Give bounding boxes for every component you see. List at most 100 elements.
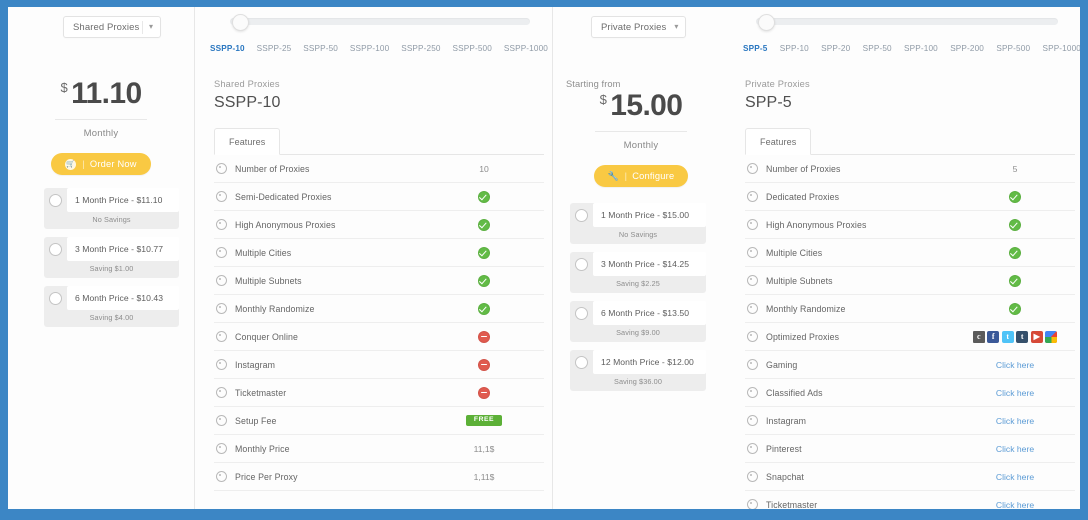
private-price-amount: $ 15.00 bbox=[552, 91, 730, 121]
plan-tick-spp-500[interactable]: SPP-500 bbox=[996, 44, 1030, 53]
tab-features-private[interactable]: Features bbox=[745, 128, 812, 155]
shared-price-value: 11.10 bbox=[71, 77, 142, 110]
term-radio-button[interactable] bbox=[575, 257, 588, 271]
feature-value: FREE bbox=[424, 414, 544, 427]
starting-from-label: Starting from bbox=[566, 79, 621, 89]
bullet-icon bbox=[216, 359, 227, 370]
currency-symbol: $ bbox=[60, 80, 68, 95]
term-option[interactable]: 1 Month Price - $11.10 No Savings bbox=[44, 188, 179, 229]
price-divider bbox=[55, 119, 147, 120]
feature-row: Price Per Proxy 1,11$ bbox=[214, 463, 544, 491]
feature-value[interactable]: Click here bbox=[955, 444, 1075, 454]
feature-name: Gaming bbox=[766, 359, 798, 370]
plan-tick-sspp-500[interactable]: SSPP-500 bbox=[453, 44, 492, 53]
term-option[interactable]: 3 Month Price - $14.25 Saving $2.25 bbox=[570, 252, 706, 293]
slider-track[interactable] bbox=[230, 14, 530, 31]
feature-name: Number of Proxies bbox=[766, 163, 841, 174]
feature-name: Multiple Subnets bbox=[235, 275, 302, 286]
bullet-icon bbox=[747, 471, 758, 482]
plan-tick-sspp-25[interactable]: SSPP-25 bbox=[257, 44, 292, 53]
feature-name: Pinterest bbox=[766, 443, 802, 454]
feature-row: Instagram Click here bbox=[745, 407, 1075, 435]
plan-tick-spp-10[interactable]: SPP-10 bbox=[780, 44, 809, 53]
plan-tick-sspp-250[interactable]: SSPP-250 bbox=[401, 44, 440, 53]
shared-proxies-dropdown[interactable]: Shared Proxies ▾ bbox=[63, 16, 161, 38]
slider-track[interactable] bbox=[756, 14, 1058, 31]
feature-name: Snapchat bbox=[766, 471, 804, 482]
bullet-icon bbox=[216, 331, 227, 342]
plan-tick-spp-5[interactable]: SPP-5 bbox=[743, 44, 767, 53]
term-option[interactable]: 3 Month Price - $10.77 Saving $1.00 bbox=[44, 237, 179, 278]
feature-value bbox=[955, 246, 1075, 259]
feature-name: Multiple Cities bbox=[766, 247, 823, 258]
feature-value[interactable]: Click here bbox=[955, 388, 1075, 398]
feature-name: High Anonymous Proxies bbox=[235, 219, 336, 230]
term-option-row[interactable]: 6 Month Price - $10.43 bbox=[44, 286, 179, 310]
order-now-button[interactable]: 🛒 | Order Now bbox=[51, 153, 151, 175]
plan-tick-spp-1000[interactable]: SPP-1000 bbox=[1042, 44, 1080, 53]
dropdown-separator bbox=[141, 20, 143, 34]
check-circle-icon bbox=[478, 190, 490, 203]
private-proxies-dropdown[interactable]: Private Proxies ▾ bbox=[591, 16, 686, 38]
cta-separator: | bbox=[82, 159, 85, 169]
plan-tick-spp-50[interactable]: SPP-50 bbox=[863, 44, 892, 53]
private-panel-title: SPP-5 bbox=[745, 94, 792, 111]
term-radio-button[interactable] bbox=[49, 242, 62, 256]
plan-tick-spp-100[interactable]: SPP-100 bbox=[904, 44, 938, 53]
term-saving-label: No Savings bbox=[618, 230, 658, 239]
term-saving-label: Saving $9.00 bbox=[616, 328, 660, 337]
term-option[interactable]: 6 Month Price - $10.43 Saving $4.00 bbox=[44, 286, 179, 327]
feature-value[interactable]: Click here bbox=[955, 360, 1075, 370]
term-option-row[interactable]: 3 Month Price - $10.77 bbox=[44, 237, 179, 261]
feature-row: Number of Proxies 5 bbox=[745, 155, 1075, 183]
term-radio-button[interactable] bbox=[575, 306, 588, 320]
term-option[interactable]: 6 Month Price - $13.50 Saving $9.00 bbox=[570, 301, 706, 342]
shared-panel-title: SSPP-10 bbox=[214, 94, 281, 111]
slider-handle[interactable] bbox=[232, 14, 249, 31]
tab-features-shared[interactable]: Features bbox=[214, 128, 281, 155]
term-option-label: 6 Month Price - $10.43 bbox=[67, 286, 179, 310]
term-option[interactable]: 1 Month Price - $15.00 No Savings bbox=[570, 203, 706, 244]
term-saving-label: Saving $2.25 bbox=[616, 279, 660, 288]
check-circle-icon bbox=[478, 246, 490, 259]
plan-tick-sspp-100[interactable]: SSPP-100 bbox=[350, 44, 389, 53]
feature-row: Number of Proxies 10 bbox=[214, 155, 544, 183]
feature-name: Monthly Randomize bbox=[766, 303, 846, 314]
free-badge: FREE bbox=[465, 414, 503, 427]
term-radio-button[interactable] bbox=[49, 291, 62, 305]
feature-value[interactable]: Click here bbox=[955, 416, 1075, 426]
plan-tick-sspp-10[interactable]: SSPP-10 bbox=[210, 44, 245, 53]
term-radio-button[interactable] bbox=[575, 355, 588, 369]
private-plan-slider[interactable] bbox=[756, 14, 1058, 31]
feature-value bbox=[424, 190, 544, 203]
price-divider bbox=[595, 131, 687, 132]
term-option-row[interactable]: 12 Month Price - $12.00 bbox=[570, 350, 706, 374]
slider-handle[interactable] bbox=[758, 14, 775, 31]
shared-panel-kicker: Shared Proxies bbox=[214, 79, 280, 89]
term-option-row[interactable]: 1 Month Price - $11.10 bbox=[44, 188, 179, 212]
term-radio-button[interactable] bbox=[49, 193, 62, 207]
bullet-icon bbox=[747, 275, 758, 286]
bullet-icon bbox=[216, 387, 227, 398]
facebook-icon: f bbox=[987, 330, 1000, 343]
term-radio-button[interactable] bbox=[575, 208, 588, 222]
feature-name: Setup Fee bbox=[235, 415, 277, 426]
term-saving-label: Saving $4.00 bbox=[89, 313, 134, 322]
craigslist-icon: c bbox=[972, 330, 985, 343]
term-option-row[interactable]: 1 Month Price - $15.00 bbox=[570, 203, 706, 227]
feature-row: High Anonymous Proxies bbox=[745, 211, 1075, 239]
check-circle-icon bbox=[1009, 190, 1021, 203]
feature-value[interactable]: Click here bbox=[955, 500, 1075, 510]
term-option-row[interactable]: 3 Month Price - $14.25 bbox=[570, 252, 706, 276]
term-option[interactable]: 12 Month Price - $12.00 Saving $36.00 bbox=[570, 350, 706, 391]
plan-tick-sspp-50[interactable]: SSPP-50 bbox=[303, 44, 338, 53]
cart-icon: 🛒 bbox=[65, 158, 77, 170]
configure-button[interactable]: 🔧 | Configure bbox=[593, 165, 689, 187]
term-option-row[interactable]: 6 Month Price - $13.50 bbox=[570, 301, 706, 325]
plan-tick-sspp-1000[interactable]: SSPP-1000 bbox=[504, 44, 548, 53]
shared-plan-slider[interactable] bbox=[230, 14, 530, 31]
plan-tick-spp-200[interactable]: SPP-200 bbox=[950, 44, 984, 53]
plan-tick-spp-20[interactable]: SPP-20 bbox=[821, 44, 850, 53]
feature-value[interactable]: Click here bbox=[955, 472, 1075, 482]
feature-row: Multiple Cities bbox=[214, 239, 544, 267]
